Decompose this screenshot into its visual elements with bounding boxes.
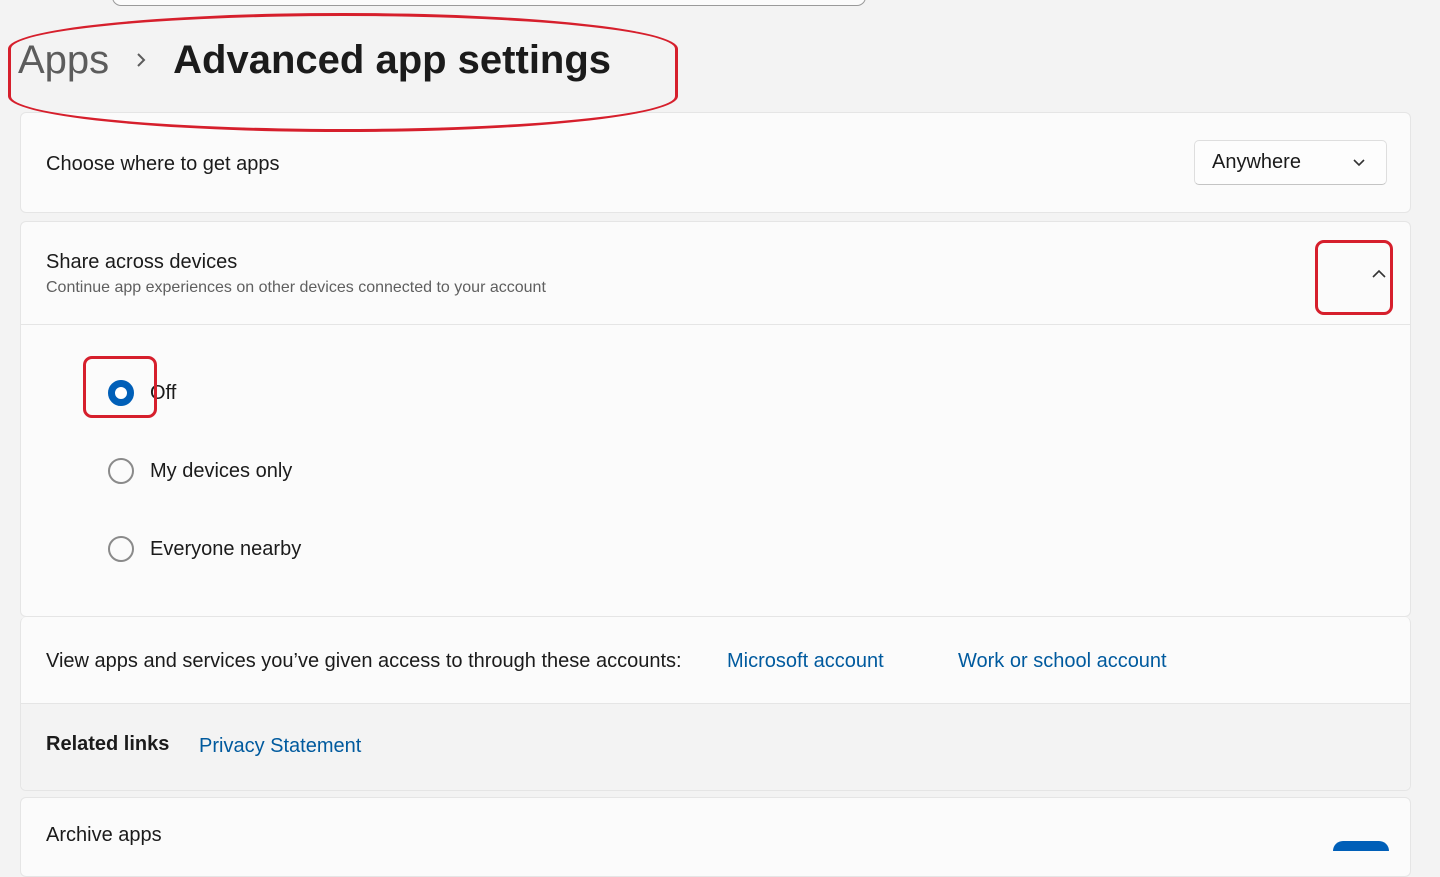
radio-button[interactable] (108, 536, 134, 562)
radio-button-checked[interactable] (108, 380, 134, 406)
share-title: Share across devices (46, 251, 238, 273)
radio-label-everyone: Everyone nearby (150, 537, 302, 560)
accounts-card: View apps and services you’ve given acce… (20, 617, 1411, 791)
radio-everyone-nearby[interactable]: Everyone nearby (108, 536, 301, 562)
dropdown-value: Anywhere (1212, 151, 1301, 173)
choose-where-card: Choose where to get apps Anywhere (20, 112, 1411, 213)
breadcrumb: Apps Advanced app settings (18, 30, 611, 90)
page-title: Advanced app settings (173, 37, 612, 82)
breadcrumb-apps-link[interactable]: Apps (18, 38, 109, 83)
accounts-label: View apps and services you’ve given acce… (46, 650, 682, 672)
archive-apps-label: Archive apps (46, 824, 162, 846)
work-school-account-link[interactable]: Work or school account (958, 650, 1167, 673)
related-links-section: Related links Privacy Statement (21, 704, 1410, 790)
chevron-down-icon (1352, 151, 1366, 174)
chevron-right-icon (135, 51, 147, 69)
radio-label-my-devices: My devices only (150, 459, 293, 482)
radio-button[interactable] (108, 458, 134, 484)
divider (21, 324, 1410, 325)
app-source-dropdown[interactable]: Anywhere (1194, 140, 1387, 185)
radio-my-devices-only[interactable]: My devices only (108, 458, 292, 484)
radio-off[interactable]: Off (108, 380, 176, 406)
related-links-label: Related links (46, 733, 170, 755)
privacy-statement-link[interactable]: Privacy Statement (199, 735, 361, 758)
choose-where-label: Choose where to get apps (46, 153, 280, 175)
archive-apps-toggle[interactable] (1333, 841, 1389, 851)
share-subtitle: Continue app experiences on other device… (46, 279, 546, 296)
search-box[interactable] (112, 0, 866, 6)
share-across-devices-card: Share across devices Continue app experi… (20, 221, 1411, 617)
archive-apps-card: Archive apps (20, 797, 1411, 877)
share-expand-button[interactable] (1321, 242, 1387, 308)
chevron-up-icon (1371, 266, 1387, 284)
radio-label-off: Off (150, 381, 177, 404)
microsoft-account-link[interactable]: Microsoft account (727, 650, 884, 673)
